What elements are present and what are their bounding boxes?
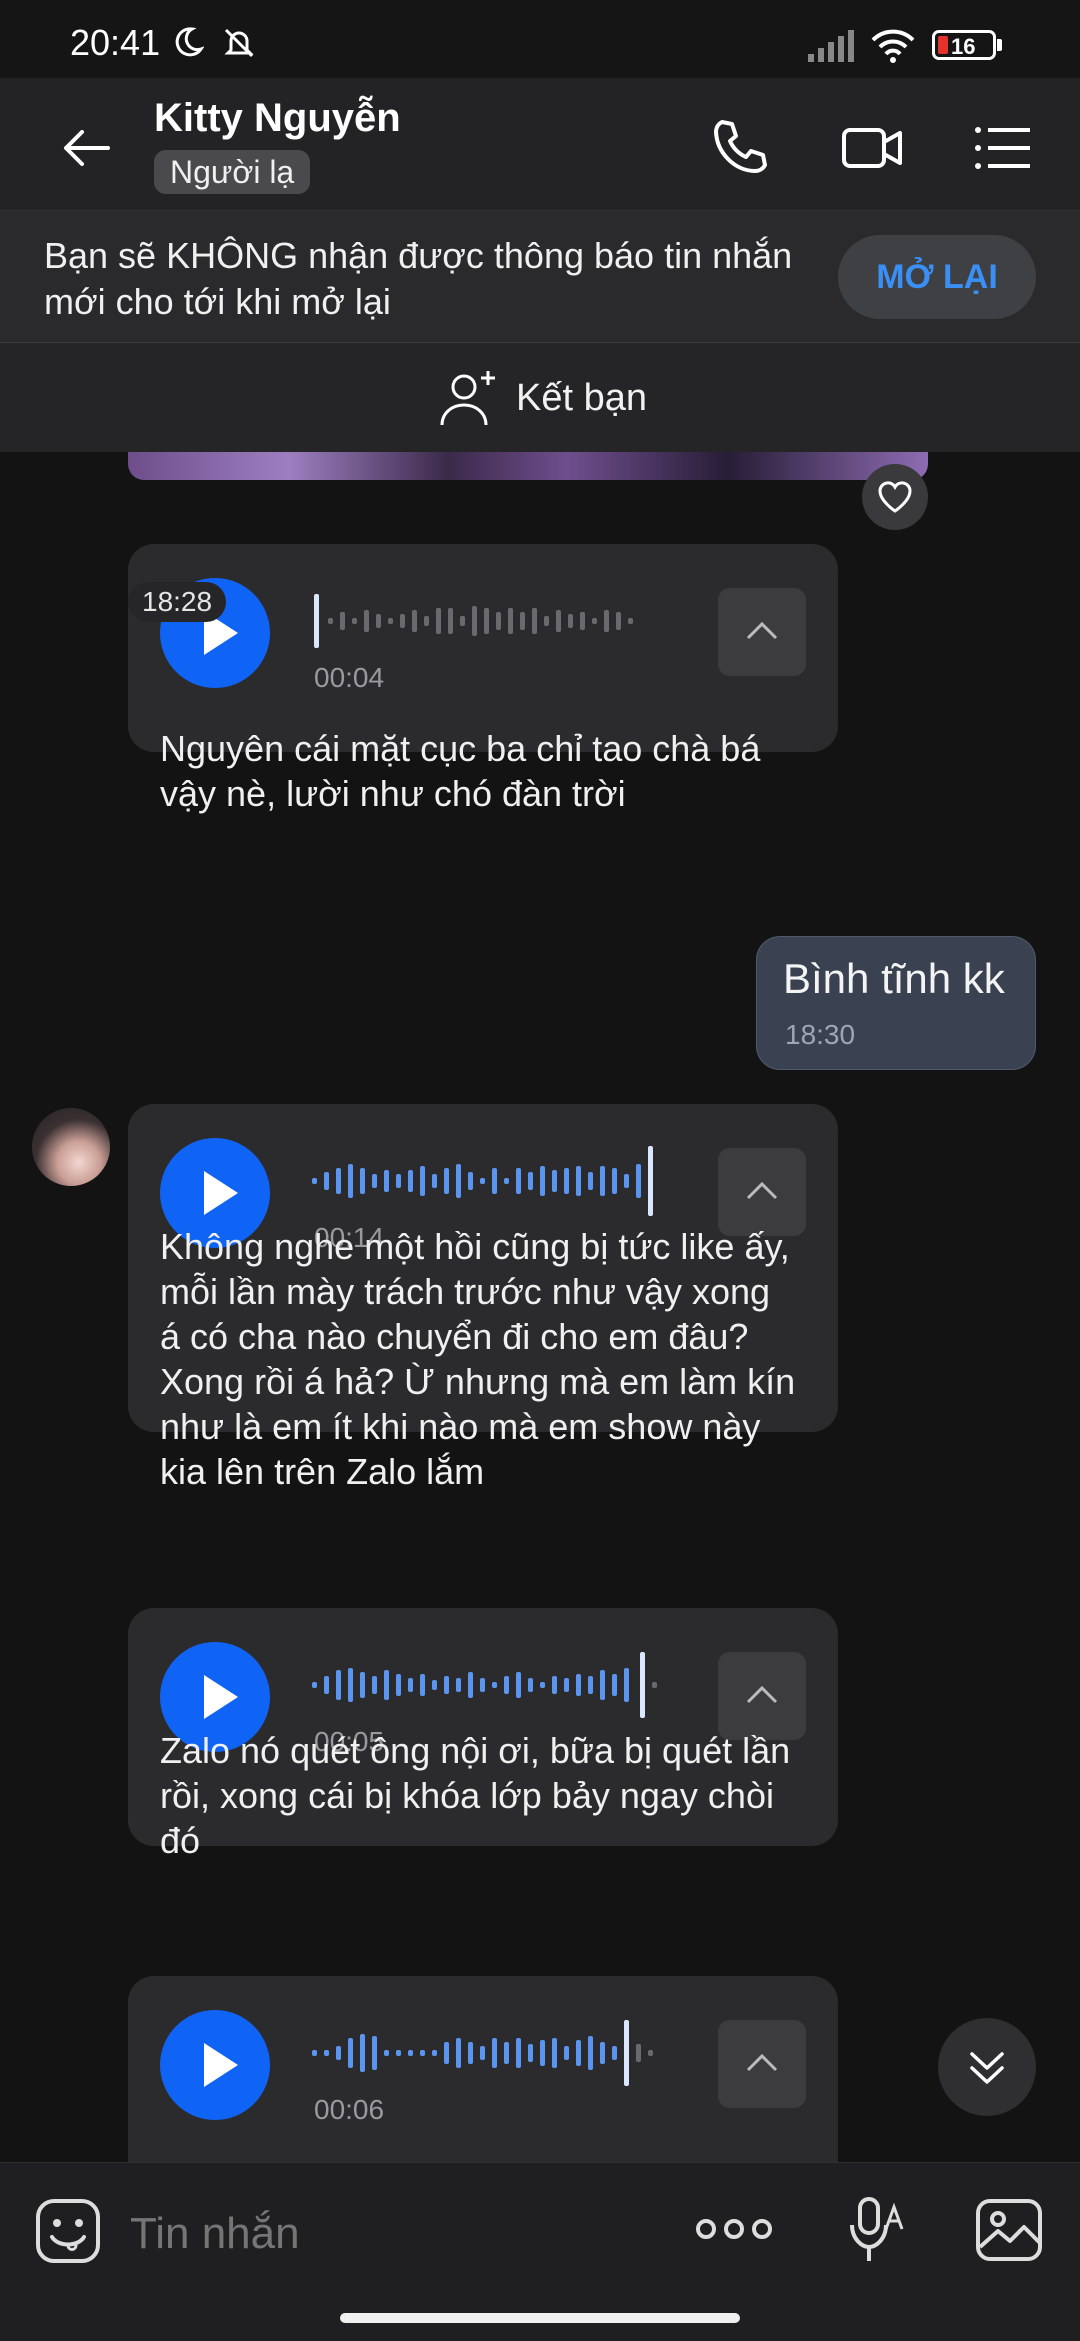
chat-header: Kitty Nguyễn Người lạ xyxy=(0,78,1080,210)
waveform[interactable] xyxy=(312,1144,672,1218)
collapse-transcript-button[interactable] xyxy=(718,588,806,676)
battery-icon: 16 xyxy=(932,30,996,60)
more-dots-icon[interactable] xyxy=(694,2209,774,2249)
wifi-icon xyxy=(871,29,915,63)
phone-icon[interactable] xyxy=(708,116,772,180)
collapse-transcript-button[interactable] xyxy=(718,1148,806,1236)
voice-message[interactable]: 00:04 Nguyên cái mặt cục ba chỉ tao chà … xyxy=(128,544,838,814)
home-indicator[interactable] xyxy=(340,2313,740,2323)
voice-text-icon[interactable] xyxy=(848,2195,908,2265)
voice-message[interactable]: 00:06 xyxy=(128,1976,838,2162)
voice-duration: 00:06 xyxy=(314,2094,385,2125)
message-input-bar xyxy=(0,2162,1080,2341)
menu-list-icon[interactable] xyxy=(972,116,1034,180)
voice-duration: 00:04 xyxy=(314,662,385,693)
back-arrow-icon[interactable] xyxy=(56,118,116,178)
sent-message[interactable]: Bình tĩnh kk 18:30 xyxy=(756,936,1036,1070)
video-icon[interactable] xyxy=(840,116,906,180)
moon-icon xyxy=(175,27,204,57)
scroll-to-bottom-button[interactable] xyxy=(938,2018,1036,2116)
chevron-up-icon xyxy=(746,621,778,640)
waveform[interactable] xyxy=(312,584,672,658)
waveform[interactable] xyxy=(312,2016,672,2090)
status-bar: 20:41 16 xyxy=(0,0,1080,78)
chevron-up-icon xyxy=(746,1181,778,1200)
voice-transcript: Zalo nó quét ông nội ơi, bữa bị quét lần… xyxy=(160,1730,791,1861)
collapse-transcript-button[interactable] xyxy=(718,1652,806,1740)
mute-notice-banner: Bạn sẽ KHÔNG nhận được thông báo tin nhắ… xyxy=(0,210,1080,343)
battery-level: 16 xyxy=(951,34,976,59)
voice-message[interactable]: 00:05 Zalo nó quét ông nội ơi, bữa bị qu… xyxy=(128,1608,838,1861)
play-icon[interactable] xyxy=(160,2010,270,2120)
status-time: 20:41 xyxy=(70,22,161,63)
message-time-chip: 18:28 xyxy=(128,582,227,622)
heart-icon xyxy=(878,481,912,513)
chevron-up-icon xyxy=(746,1685,778,1704)
add-friend-icon xyxy=(440,371,495,426)
reaction-button[interactable] xyxy=(862,464,928,530)
collapse-transcript-button[interactable] xyxy=(718,2020,806,2108)
chevron-double-down-icon xyxy=(970,2052,1004,2084)
add-friend-label: Kết bạn xyxy=(516,376,647,419)
emoji-icon[interactable] xyxy=(34,2197,102,2265)
voice-transcript: Nguyên cái mặt cục ba chỉ tao chà bá vậy… xyxy=(160,728,761,814)
mute-notice-text: Bạn sẽ KHÔNG nhận được thông báo tin nhắ… xyxy=(44,235,793,322)
avatar[interactable] xyxy=(32,1108,110,1186)
chevron-up-icon xyxy=(746,2053,778,2072)
message-input[interactable] xyxy=(128,2203,652,2265)
voice-transcript: Không nghe một hồi cũng bị tức like ấy, … xyxy=(160,1226,796,1492)
voice-message[interactable]: 00:14 Không nghe một hồi cũng bị tức lik… xyxy=(128,1104,838,1492)
bell-muted-icon xyxy=(224,28,254,58)
sent-message-time: 18:30 xyxy=(785,1019,856,1050)
stranger-badge: Người lạ xyxy=(154,150,311,194)
sent-message-text: Bình tĩnh kk xyxy=(783,955,1005,1002)
add-friend-bar[interactable]: Kết bạn xyxy=(0,342,1080,454)
signal-icon xyxy=(808,30,854,62)
message-list[interactable]: 00:04 Nguyên cái mặt cục ba chỉ tao chà … xyxy=(0,452,1080,2162)
waveform[interactable] xyxy=(312,1648,672,1722)
image-icon[interactable] xyxy=(974,2197,1044,2263)
reopen-notifications-button[interactable]: MỞ LẠI xyxy=(838,235,1036,319)
contact-name[interactable]: Kitty Nguyễn xyxy=(154,96,401,141)
image-message-preview[interactable] xyxy=(128,452,928,480)
